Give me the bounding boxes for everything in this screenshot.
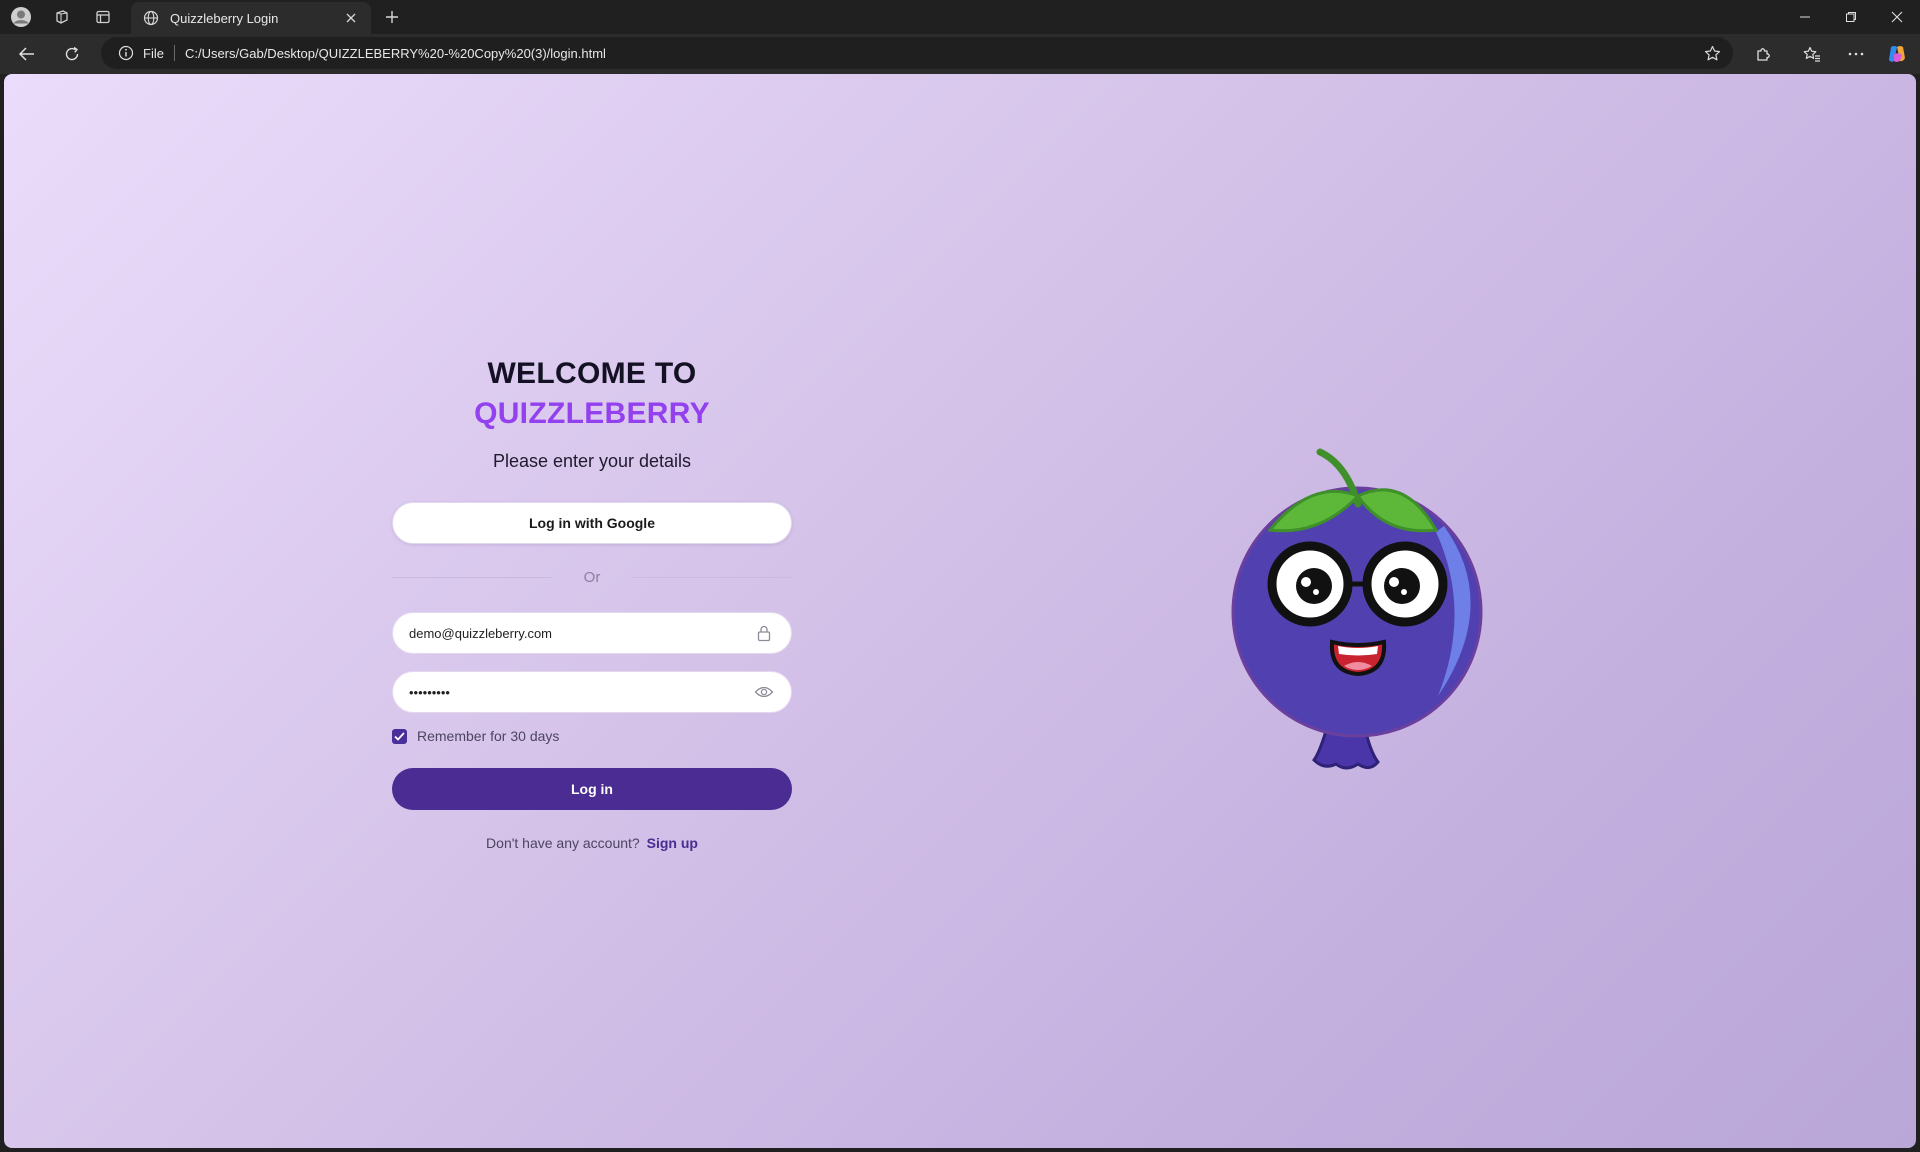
welcome-heading: WELCOME TO	[487, 357, 697, 390]
signup-prompt: Don't have any account?	[486, 835, 640, 851]
browser-toolbar: File C:/Users/Gab/Desktop/QUIZZLEBERRY%2…	[0, 34, 1920, 74]
tab-bar: Quizzleberry Login	[0, 0, 1920, 34]
divider-line-left	[392, 577, 552, 578]
workspaces-icon[interactable]	[45, 4, 79, 30]
mascot-body	[1231, 486, 1483, 738]
refresh-icon[interactable]	[55, 39, 89, 69]
tab-title: Quizzleberry Login	[170, 10, 279, 26]
divider-text: Or	[583, 568, 601, 586]
remember-row: Remember for 30 days	[392, 728, 792, 744]
restore-icon[interactable]	[1828, 0, 1874, 34]
close-icon[interactable]	[341, 8, 361, 28]
login-button[interactable]: Log in	[392, 768, 792, 810]
blueberry-mascot-illustration	[1231, 448, 1483, 770]
tab-actions-icon[interactable]	[86, 4, 120, 30]
address-url[interactable]: C:/Users/Gab/Desktop/QUIZZLEBERRY%20-%20…	[185, 46, 1695, 61]
active-tab[interactable]: Quizzleberry Login	[131, 2, 371, 34]
google-login-button[interactable]: Log in with Google	[392, 502, 792, 544]
email-field-wrapper	[392, 612, 792, 654]
back-arrow-icon[interactable]	[10, 39, 44, 69]
globe-icon	[141, 8, 161, 28]
or-divider: Or	[392, 568, 792, 586]
extensions-icon[interactable]	[1746, 39, 1780, 69]
remember-label[interactable]: Remember for 30 days	[417, 728, 559, 744]
login-panel: WELCOME TO QUIZZLEBERRY Please enter you…	[392, 354, 792, 851]
mascot-pupil-left	[1296, 568, 1332, 604]
signup-link[interactable]: Sign up	[647, 835, 698, 851]
signup-row: Don't have any account? Sign up	[392, 835, 792, 851]
lock-icon	[753, 622, 775, 644]
mascot-pupil-right	[1384, 568, 1420, 604]
star-icon[interactable]	[1695, 39, 1729, 67]
email-field[interactable]	[409, 625, 753, 641]
address-separator	[173, 45, 175, 61]
info-icon[interactable]	[117, 44, 135, 62]
minimize-icon[interactable]	[1782, 0, 1828, 34]
brand-heading: QUIZZLEBERRY	[474, 397, 710, 430]
page-subtitle: Please enter your details	[492, 451, 692, 471]
favorites-icon[interactable]	[1795, 39, 1829, 69]
eye-icon[interactable]	[753, 681, 775, 703]
more-icon[interactable]	[1839, 39, 1873, 69]
divider-line-right	[632, 577, 792, 578]
new-tab-icon[interactable]	[378, 5, 406, 29]
copilot-icon[interactable]	[1880, 39, 1914, 69]
address-protocol: File	[143, 45, 164, 61]
browser-window: Quizzleberry Login File C:/Users/Gab/Des…	[0, 0, 1920, 1152]
password-field-wrapper	[392, 671, 792, 713]
page-viewport: WELCOME TO QUIZZLEBERRY Please enter you…	[4, 74, 1916, 1148]
window-close-icon[interactable]	[1874, 0, 1920, 34]
password-field[interactable]	[409, 684, 753, 700]
remember-checkbox[interactable]	[392, 728, 407, 744]
address-bar[interactable]: File C:/Users/Gab/Desktop/QUIZZLEBERRY%2…	[101, 37, 1733, 69]
profile-avatar-icon[interactable]	[4, 4, 38, 30]
